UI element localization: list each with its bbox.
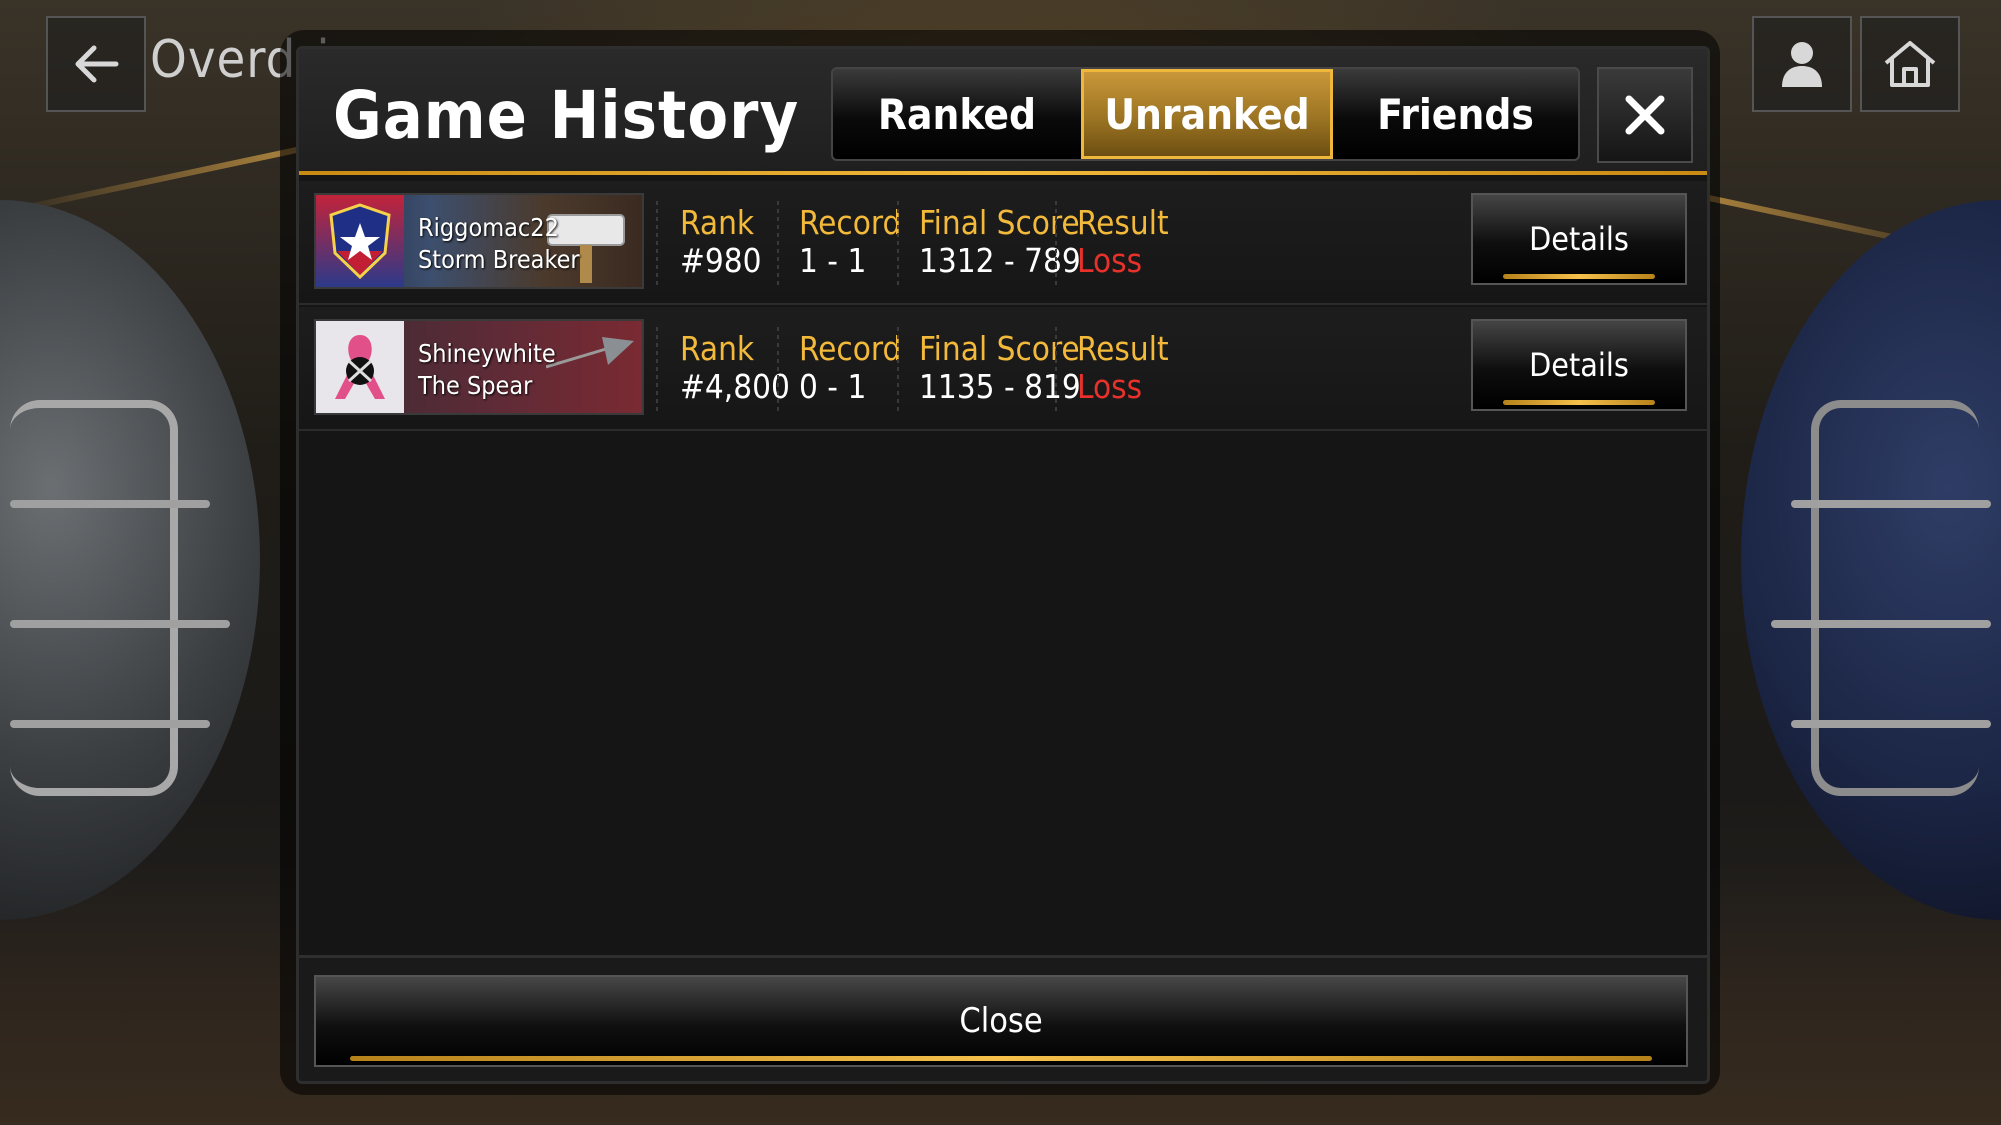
facemask-bar xyxy=(1791,720,1991,728)
divider xyxy=(1055,201,1057,287)
player-banner: Riggomac22 Storm Breaker xyxy=(314,193,644,289)
accent-bar xyxy=(1503,274,1655,279)
accent-bar xyxy=(350,1056,1652,1061)
tab-label: Ranked xyxy=(877,89,1037,139)
facemask xyxy=(1811,400,1979,796)
facemask-bar xyxy=(1771,620,1991,628)
modal-title: Game History xyxy=(333,77,800,154)
back-button[interactable] xyxy=(46,16,146,112)
divider xyxy=(897,327,899,413)
facemask-bar xyxy=(1791,500,1991,508)
accent-bar xyxy=(1503,400,1655,405)
home-button[interactable] xyxy=(1860,16,1960,112)
tab-label: Unranked xyxy=(1104,89,1310,139)
record-label: Record xyxy=(799,203,902,242)
divider xyxy=(897,201,899,287)
rank-label: Rank xyxy=(680,203,755,242)
header-divider xyxy=(299,171,1707,175)
facemask-bar xyxy=(10,620,230,628)
facemask-bar xyxy=(10,500,210,508)
record-value: 0 - 1 xyxy=(799,367,867,406)
tab-label: Friends xyxy=(1377,89,1534,139)
tab-ranked[interactable]: Ranked xyxy=(833,69,1081,159)
divider xyxy=(656,327,658,413)
profile-button[interactable] xyxy=(1752,16,1852,112)
close-label: Close xyxy=(959,1001,1043,1041)
record-value: 1 - 1 xyxy=(799,241,867,280)
match-row: Riggomac22 Storm Breaker Rank #980 Recor… xyxy=(299,181,1707,305)
home-icon xyxy=(1884,41,1936,87)
divider xyxy=(1055,327,1057,413)
close-button[interactable]: Close xyxy=(314,975,1688,1067)
back-arrow-icon xyxy=(75,45,119,83)
game-history-modal: Game History Ranked Unranked Friends Rig… xyxy=(296,46,1710,1084)
rank-label: Rank xyxy=(680,329,755,368)
match-row: Shineywhite The Spear Rank #4,800 Record… xyxy=(299,307,1707,431)
modal-header: Game History Ranked Unranked Friends xyxy=(299,49,1707,171)
tab-unranked[interactable]: Unranked xyxy=(1081,69,1333,159)
divider xyxy=(777,327,779,413)
profile-icon xyxy=(1782,42,1822,87)
player-name: Shineywhite xyxy=(418,339,556,368)
spear-icon xyxy=(546,337,634,369)
divider xyxy=(777,201,779,287)
team-logo-shield-icon xyxy=(316,195,404,287)
details-button[interactable]: Details xyxy=(1471,193,1687,285)
details-label: Details xyxy=(1529,346,1629,384)
helmet-right-image xyxy=(1741,200,2001,920)
modal-footer: Close xyxy=(299,955,1707,1081)
team-logo-ribbon-icon xyxy=(316,321,404,413)
player-banner: Shineywhite The Spear xyxy=(314,319,644,415)
helmet-left-image xyxy=(0,200,260,920)
rank-value: #4,800 xyxy=(680,367,790,406)
result-label: Result xyxy=(1077,329,1169,368)
history-tabs: Ranked Unranked Friends xyxy=(831,67,1580,161)
banner-title: The Spear xyxy=(418,371,533,400)
facemask xyxy=(10,400,178,796)
details-button[interactable]: Details xyxy=(1471,319,1687,411)
result-label: Result xyxy=(1077,203,1169,242)
close-modal-button[interactable] xyxy=(1597,67,1693,163)
divider xyxy=(656,201,658,287)
rank-value: #980 xyxy=(680,241,762,280)
result-value: Loss xyxy=(1077,367,1143,406)
tab-friends[interactable]: Friends xyxy=(1333,69,1578,159)
player-name: Riggomac22 xyxy=(418,213,559,242)
result-value: Loss xyxy=(1077,241,1143,280)
details-label: Details xyxy=(1529,220,1629,258)
banner-title: Storm Breaker xyxy=(418,245,580,274)
close-icon xyxy=(1625,95,1665,135)
record-label: Record xyxy=(799,329,902,368)
facemask-bar xyxy=(10,720,210,728)
